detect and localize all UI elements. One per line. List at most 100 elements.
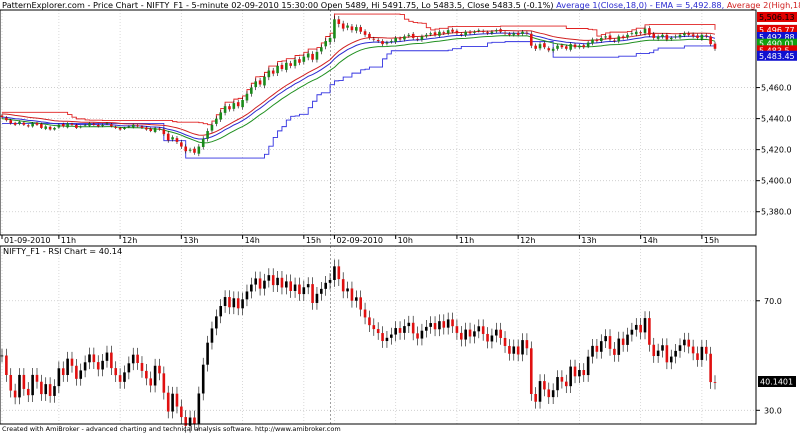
rsi-candle: [22, 374, 26, 389]
rsi-candle: [678, 345, 682, 351]
price-candle: [425, 34, 428, 37]
rsi-tick-label: 70.0: [764, 297, 782, 306]
price-candle: [79, 126, 83, 128]
price-candle: [166, 133, 170, 141]
rsi-candle: [302, 287, 306, 295]
rsi-candle: [250, 284, 253, 292]
price-candle: [372, 38, 376, 40]
rsi-candle: [267, 275, 271, 281]
rsi-candle: [48, 384, 52, 396]
rsi-value-text: 40.1401: [760, 378, 793, 387]
title-part: Average 1(Close,18,0) - EMA = 5,492.88,: [556, 0, 727, 10]
price-candle: [333, 19, 336, 39]
price-candle: [232, 103, 236, 109]
price-candle: [709, 36, 712, 45]
rsi-candle: [455, 326, 459, 333]
rsi-candle: [26, 388, 30, 396]
price-candle: [512, 33, 516, 35]
price-tick-label: 5,400.0: [761, 177, 792, 186]
price-candle: [385, 42, 389, 44]
rsi-candle: [40, 381, 43, 395]
price-candle: [337, 19, 341, 24]
price-candle: [162, 129, 166, 135]
price-candle: [293, 59, 297, 66]
rsi-candle: [166, 392, 170, 412]
rsi-candle: [516, 346, 520, 355]
time-tick-label: 12h: [122, 236, 137, 245]
price-candle: [315, 51, 319, 60]
rsi-candle: [66, 358, 69, 376]
price-candle: [263, 76, 266, 86]
price-candle: [683, 33, 686, 36]
price-candle: [201, 138, 205, 148]
rsi-candle: [271, 275, 275, 286]
price-candle: [276, 65, 279, 74]
price-candle: [271, 70, 275, 74]
rsi-candle: [551, 390, 555, 398]
price-candle: [556, 45, 559, 49]
price-candle: [613, 40, 616, 42]
price-candle: [180, 142, 183, 147]
price-candle: [328, 37, 332, 42]
rsi-candle: [459, 332, 463, 340]
price-candle: [621, 36, 625, 38]
time-tick-label: 15h: [704, 236, 719, 245]
price-candle: [652, 33, 656, 38]
rsi-candle: [376, 329, 380, 334]
rsi-candle: [228, 297, 231, 308]
rsi-candle: [276, 277, 279, 286]
rsi-candle: [639, 324, 642, 333]
rsi-candle: [403, 326, 406, 333]
price-candle: [175, 138, 179, 142]
price-candle: [158, 128, 161, 130]
rsi-candle: [621, 338, 625, 345]
price-candle: [394, 37, 397, 42]
price-candle: [411, 33, 415, 38]
price-candle: [9, 120, 13, 124]
price-candle: [0, 115, 4, 118]
rsi-candle: [438, 321, 441, 330]
price-candle: [656, 36, 660, 39]
rsi-candle: [75, 365, 78, 379]
price-candle: [350, 26, 354, 31]
rsi-candle: [254, 278, 258, 285]
rsi-candle: [9, 374, 13, 391]
price-candle: [267, 70, 271, 78]
price-candle: [105, 123, 109, 125]
rsi-candle: [490, 335, 494, 342]
rsi-candle: [578, 370, 581, 377]
rsi-candle: [328, 279, 332, 283]
time-tick-label: 14h: [245, 236, 260, 245]
price-candle: [101, 124, 104, 126]
price-candle: [599, 37, 603, 42]
price-candle: [359, 27, 362, 32]
rsi-candle: [363, 309, 367, 318]
price-candle: [346, 25, 349, 28]
price-candle: [464, 31, 467, 36]
price-candle: [48, 126, 52, 130]
rsi-candle: [245, 291, 249, 300]
price-candle: [254, 81, 258, 88]
rsi-candle: [683, 339, 686, 346]
rsi-candle: [573, 366, 577, 377]
rsi-candle: [206, 342, 209, 365]
rsi-candle: [232, 298, 236, 308]
rsi-candle: [315, 293, 319, 303]
rsi-candle: [613, 348, 616, 355]
rsi-candle: [355, 297, 358, 301]
price-candle: [40, 123, 43, 128]
rsi-candle: [494, 329, 498, 336]
price-candle: [136, 125, 139, 127]
rsi-candle: [674, 350, 677, 357]
rsi-candle: [61, 368, 65, 376]
rsi-candle: [285, 281, 288, 288]
rsi-candle: [175, 393, 179, 407]
price-candle: [433, 32, 437, 35]
rsi-candle: [543, 381, 546, 390]
rsi-candle: [669, 356, 673, 363]
price-candle: [569, 44, 572, 50]
rsi-candle: [241, 299, 244, 309]
rsi-candle: [57, 368, 61, 387]
rsi-candle: [617, 338, 621, 355]
rsi-tick-label: 30.0: [764, 406, 782, 415]
